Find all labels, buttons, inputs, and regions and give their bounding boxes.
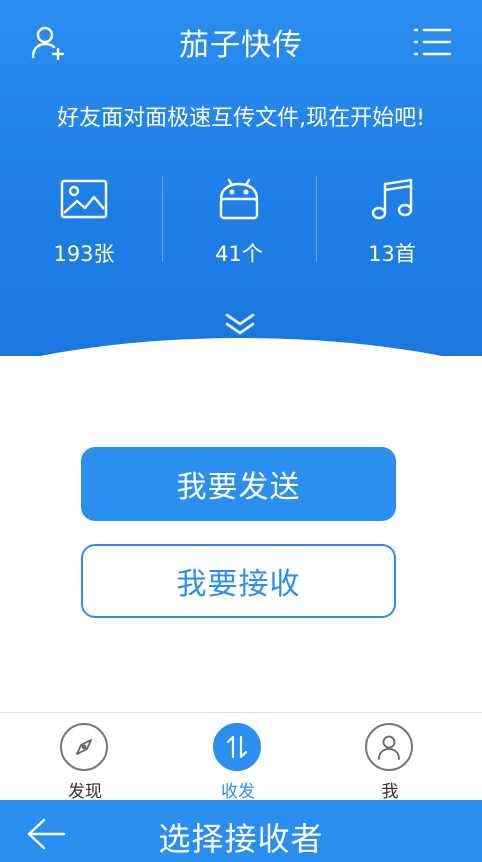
- stat-apps[interactable]: 41个: [164, 168, 314, 268]
- tab-me-label: 我: [381, 782, 399, 802]
- stat-apps-label: 41个: [215, 242, 263, 266]
- menu-icon: [413, 28, 452, 56]
- tab-me[interactable]: 我: [330, 713, 450, 802]
- double-chevron-down-icon[interactable]: [222, 310, 258, 338]
- stat-divider: [162, 176, 163, 262]
- menu-button[interactable]: [410, 20, 454, 64]
- tab-bar: 发现 收发 我: [0, 712, 482, 802]
- tab-transfer[interactable]: 收发: [178, 713, 298, 802]
- top-bar: 茄子快传: [0, 0, 482, 86]
- bottom-bar-title: 选择接收者: [158, 820, 324, 858]
- stat-music-label: 13首: [368, 242, 416, 266]
- tab-discover[interactable]: 发现: [25, 713, 145, 802]
- stat-music[interactable]: 13首: [317, 168, 467, 268]
- stat-images[interactable]: 193张: [9, 168, 159, 268]
- bottom-bar: 选择接收者: [0, 800, 482, 862]
- music-icon: [371, 178, 413, 220]
- tab-transfer-circle: [213, 723, 261, 771]
- stat-images-label: 193张: [53, 242, 115, 266]
- image-icon: [60, 179, 108, 219]
- tab-me-circle: [365, 723, 413, 771]
- send-button[interactable]: 我要发送: [81, 447, 396, 521]
- hero-subtitle: 好友面对面极速互传文件,现在开始吧!: [57, 106, 425, 131]
- hero-curve: [0, 338, 482, 356]
- person-icon: [378, 735, 400, 760]
- tab-discover-label: 发现: [68, 782, 102, 802]
- compass-icon: [76, 739, 92, 755]
- tab-transfer-label: 收发: [221, 782, 255, 802]
- android-icon: [219, 178, 259, 220]
- receive-button[interactable]: 我要接收: [81, 544, 396, 618]
- stats-row: 193张 41个 13首: [0, 168, 482, 268]
- tab-discover-circle: [60, 723, 108, 771]
- transfer-icon: [226, 735, 248, 759]
